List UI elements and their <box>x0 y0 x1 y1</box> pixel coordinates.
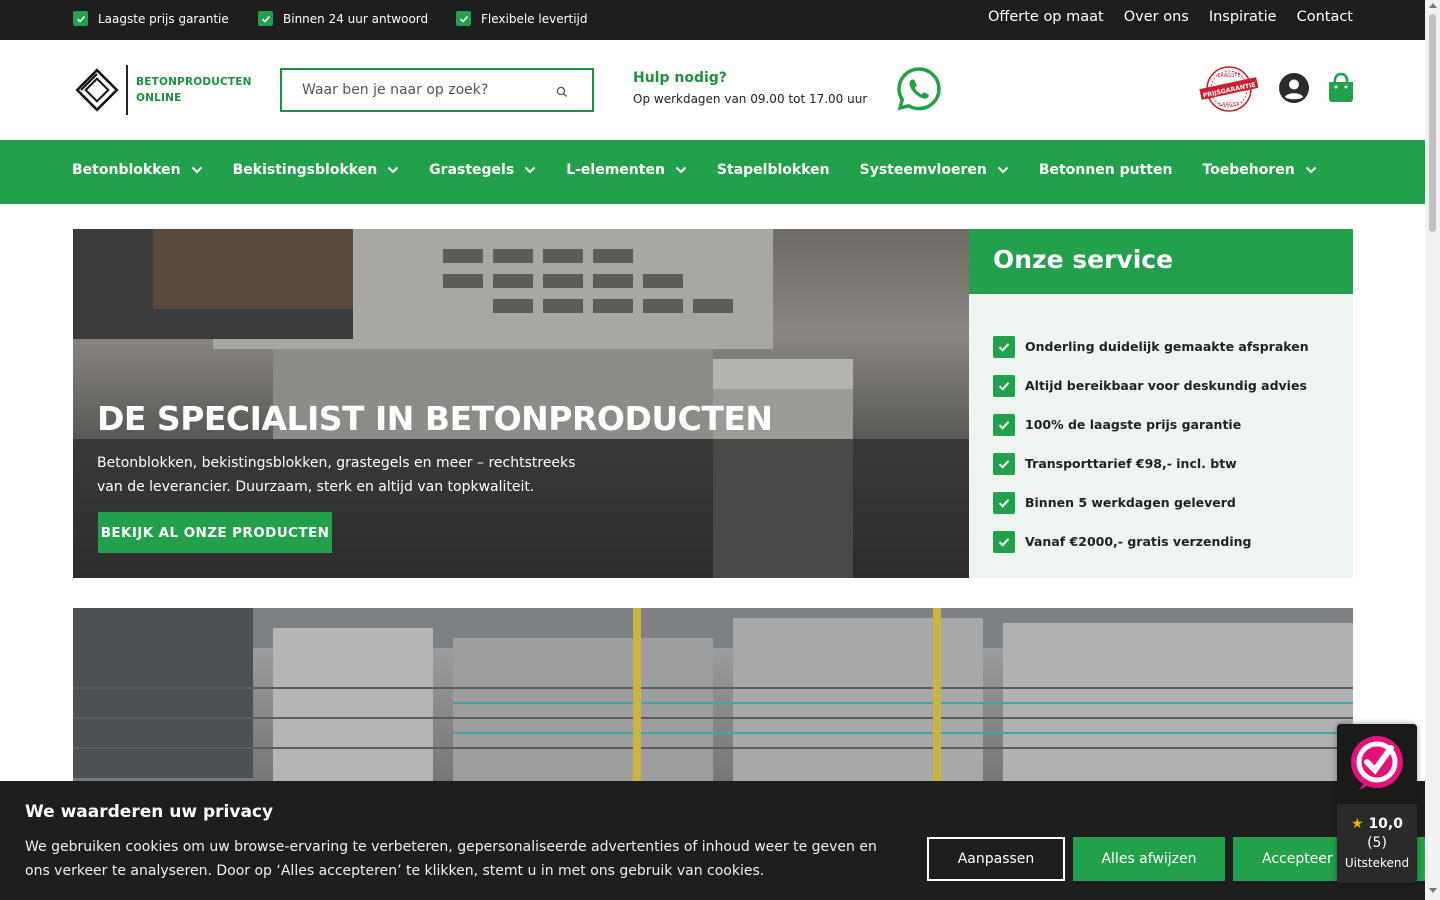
nav-item-stapelblokken[interactable]: Stapelblokken <box>717 162 830 178</box>
top-links: Offerte op maat Over ons Inspiratie Cont… <box>988 9 1353 25</box>
service-item-label: Altijd bereikbaar voor deskundig advies <box>1025 378 1307 393</box>
reject-all-button[interactable]: Alles afwijzen <box>1073 837 1225 881</box>
scroll-down-arrow-icon[interactable] <box>1429 888 1437 893</box>
nav-item-toebehoren[interactable]: Toebehoren <box>1202 162 1316 178</box>
search-box <box>280 68 594 112</box>
logo-line2: ONLINE <box>136 92 182 104</box>
star-icon: ★ <box>1351 816 1364 832</box>
cart-icon[interactable] <box>1327 72 1355 108</box>
logo-line1: BETONPRODUCTEN <box>136 76 252 88</box>
usp-item: Laagste prijs garantie <box>73 11 229 26</box>
main-nav: Betonblokken Bekistingsblokken Grastegel… <box>0 140 1425 204</box>
link-over-ons[interactable]: Over ons <box>1124 9 1189 25</box>
usp-label: Flexibele levertijd <box>481 11 588 26</box>
cookie-banner: We waarderen uw privacy We gebruiken coo… <box>0 781 1425 900</box>
service-item: Altijd bereikbaar voor deskundig advies <box>993 366 1309 405</box>
check-icon <box>993 530 1015 553</box>
service-item: Vanaf €2000,- gratis verzending <box>993 522 1309 561</box>
check-icon <box>993 374 1015 397</box>
nav-label: Stapelblokken <box>716 162 830 178</box>
search-icon[interactable] <box>556 83 568 102</box>
review-count: (5) <box>1367 835 1387 851</box>
service-item-label: Onderling duidelijk gemaakte afspraken <box>1025 339 1309 354</box>
check-icon <box>993 413 1015 436</box>
warehouse-banner-image <box>73 608 1353 808</box>
nav-item-grastegels[interactable]: Grastegels <box>429 162 536 178</box>
service-item-label: Transporttarief €98,- incl. btw <box>1025 456 1237 471</box>
review-logo-icon <box>1337 724 1417 804</box>
help-hours: Op werkdagen van 09.00 tot 17.00 uur <box>633 92 868 106</box>
top-bar: Laagste prijs garantie Binnen 24 uur ant… <box>0 0 1425 40</box>
usp-item: Binnen 24 uur antwoord <box>258 11 428 26</box>
cookie-text: We gebruiken cookies om uw browse-ervari… <box>25 839 877 879</box>
chevron-down-icon <box>675 162 687 178</box>
nav-label: Grastegels <box>429 162 515 178</box>
service-panel: Onze service Onderling duidelijk gemaakt… <box>969 229 1353 578</box>
link-contact[interactable]: Contact <box>1297 9 1353 25</box>
site-logo[interactable]: BETONPRODUCTEN ONLINE <box>72 65 252 115</box>
logo-divider <box>126 65 128 115</box>
nav-label: L-elementen <box>566 162 665 178</box>
nav-item-bekistingsblokken[interactable]: Bekistingsblokken <box>233 162 400 178</box>
search-input[interactable] <box>282 82 542 98</box>
svg-text:LAAGST: LAAGST <box>1219 102 1240 108</box>
whatsapp-icon[interactable] <box>896 66 942 116</box>
review-widget[interactable]: ★ 10,0 (5) Uitstekend <box>1337 724 1417 883</box>
help-title: Hulp nodig? <box>633 70 727 86</box>
scroll-up-arrow-icon[interactable] <box>1429 3 1437 8</box>
nav-label: Betonnen putten <box>1038 162 1173 178</box>
chevron-down-icon <box>191 162 203 178</box>
check-icon <box>258 11 273 26</box>
service-item: Transporttarief €98,- incl. btw <box>993 444 1309 483</box>
usp-item: Flexibele levertijd <box>456 11 588 26</box>
check-icon <box>73 11 88 26</box>
nav-item-l-elementen[interactable]: L-elementen <box>566 162 687 178</box>
check-icon <box>993 491 1015 514</box>
svg-text:LAAGSTE: LAAGSTE <box>1217 73 1240 79</box>
service-item-label: Vanaf €2000,- gratis verzending <box>1025 534 1252 549</box>
scrollbar[interactable] <box>1425 0 1440 900</box>
nav-label: Systeemvloeren <box>859 162 987 178</box>
site-header: BETONPRODUCTEN ONLINE Hulp nodig? Op wer… <box>0 40 1425 140</box>
usp-label: Laagste prijs garantie <box>98 11 229 26</box>
review-label: Uitstekend <box>1344 856 1410 870</box>
nav-item-betonblokken[interactable]: Betonblokken <box>72 162 203 178</box>
nav-label: Betonblokken <box>72 162 181 178</box>
nav-item-betonnen-putten[interactable]: Betonnen putten <box>1039 162 1173 178</box>
chevron-down-icon <box>997 162 1009 178</box>
nav-label: Toebehoren <box>1202 162 1295 178</box>
customize-button[interactable]: Aanpassen <box>927 837 1065 881</box>
scrollbar-thumb[interactable] <box>1429 14 1436 232</box>
check-icon <box>456 11 471 26</box>
hero-banner: DE SPECIALIST IN BETONPRODUCTEN Betonblo… <box>73 229 969 578</box>
nav-label: Bekistingsblokken <box>232 162 378 178</box>
link-offerte[interactable]: Offerte op maat <box>988 9 1104 25</box>
service-item-label: 100% de laagste prijs garantie <box>1025 417 1242 432</box>
chevron-down-icon <box>524 162 536 178</box>
nav-item-systeemvloeren[interactable]: Systeemvloeren <box>860 162 1009 178</box>
chevron-down-icon <box>1305 162 1317 178</box>
check-icon <box>993 452 1015 475</box>
usp-label: Binnen 24 uur antwoord <box>283 11 429 26</box>
chevron-down-icon <box>387 162 399 178</box>
service-item-label: Binnen 5 werkdagen geleverd <box>1025 495 1236 510</box>
service-item: Onderling duidelijk gemaakte afspraken <box>993 327 1309 366</box>
check-icon <box>993 335 1015 358</box>
hero-title: DE SPECIALIST IN BETONPRODUCTEN <box>97 399 773 438</box>
prijsgarantie-badge-icon: LAAGSTE PRIJSGARANTIE LAAGST <box>1198 64 1260 118</box>
service-item: Binnen 5 werkdagen geleverd <box>993 483 1309 522</box>
link-inspiratie[interactable]: Inspiratie <box>1209 9 1277 25</box>
hero-text: Betonblokken, bekistingsblokken, grasteg… <box>97 455 576 495</box>
service-item: 100% de laagste prijs garantie <box>993 405 1309 444</box>
logo-mark-icon <box>72 65 122 115</box>
cookie-title: We waarderen uw privacy <box>25 802 274 822</box>
service-title: Onze service <box>969 229 1353 294</box>
review-score: ★ 10,0 <box>1337 816 1417 832</box>
logo-text: BETONPRODUCTEN ONLINE <box>136 74 252 106</box>
view-products-button[interactable]: BEKIJK AL ONZE PRODUCTEN <box>98 512 332 553</box>
account-icon[interactable] <box>1278 72 1310 108</box>
help-block: Hulp nodig? Op werkdagen van 09.00 tot 1… <box>633 70 867 106</box>
review-score-value: 10,0 <box>1368 816 1403 832</box>
